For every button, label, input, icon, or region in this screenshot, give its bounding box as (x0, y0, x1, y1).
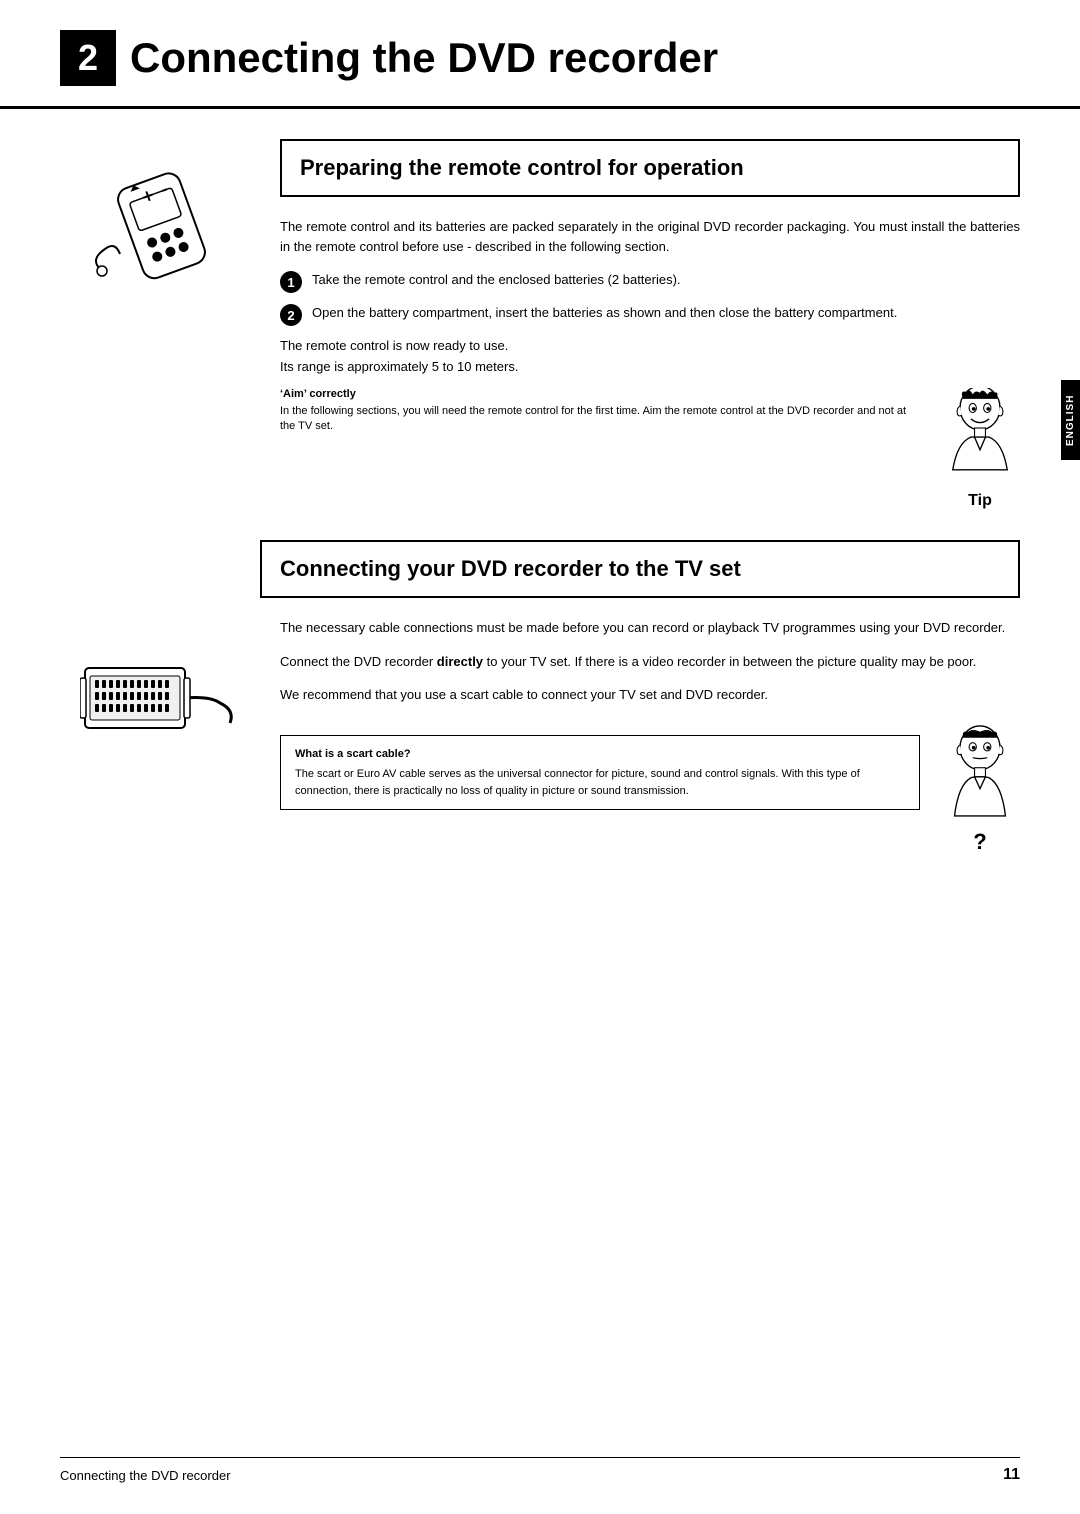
step-number-2: 2 (280, 304, 302, 326)
ready-line1: The remote control is now ready to use. (280, 336, 1020, 357)
ready-line2: Its range is approximately 5 to 10 meter… (280, 357, 1020, 378)
page-footer: Connecting the DVD recorder 11 (60, 1457, 1020, 1484)
step-text-1: Take the remote control and the enclosed… (312, 270, 681, 290)
footer-chapter-text: Connecting the DVD recorder (60, 1468, 231, 1483)
scart-illustration (80, 638, 240, 771)
question-mark: ? (973, 829, 986, 855)
page-title: Connecting the DVD recorder (130, 37, 718, 79)
tip-text: In the following sections, you will need… (280, 404, 920, 435)
section2-para2-bold: directly (437, 654, 483, 669)
section2-para2-prefix: Connect the DVD recorder (280, 654, 437, 669)
section1-title: Preparing the remote control for operati… (300, 155, 1000, 181)
section2-left-col (60, 618, 260, 855)
tip-word: Tip (968, 492, 992, 510)
section1-container: Preparing the remote control for operati… (0, 109, 1080, 540)
section1-title-box: Preparing the remote control for operati… (280, 139, 1020, 197)
section2-para2: Connect the DVD recorder directly to you… (280, 652, 1020, 672)
section2-para2-suffix: to your TV set. If there is a video reco… (483, 654, 976, 669)
remote-illustration (80, 169, 240, 292)
info-box-text: The scart or Euro AV cable serves as the… (295, 766, 905, 799)
page-header: 2 Connecting the DVD recorder (0, 0, 1080, 109)
right-col-section1: Preparing the remote control for operati… (260, 139, 1020, 540)
section2-title-wrapper: Connecting your DVD recorder to the TV s… (0, 540, 1080, 598)
tip-content: ‘Aim’ correctly In the following section… (280, 388, 920, 435)
chapter-badge: 2 (60, 30, 116, 86)
left-col-section1 (60, 139, 260, 540)
question-character: ? (940, 725, 1020, 855)
info-area: What is a scart cable? The scart or Euro… (280, 725, 1020, 855)
section2-title: Connecting your DVD recorder to the TV s… (280, 556, 1000, 582)
step-item-1: 1 Take the remote control and the enclos… (280, 270, 1020, 293)
step-number-1: 1 (280, 271, 302, 293)
tip-area: ‘Aim’ correctly In the following section… (280, 388, 1020, 510)
info-box-title: What is a scart cable? (295, 746, 905, 763)
section2-para3: We recommend that you use a scart cable … (280, 685, 1020, 705)
english-tab: ENGLISH (1061, 380, 1080, 460)
steps-list: 1 Take the remote control and the enclos… (280, 270, 1020, 326)
footer-page-number: 11 (1003, 1466, 1020, 1484)
section2-container: The necessary cable connections must be … (0, 618, 1080, 855)
tip-label-box: ‘Aim’ correctly (280, 388, 920, 400)
section1-intro: The remote control and its batteries are… (280, 217, 1020, 256)
section2-para1: The necessary cable connections must be … (280, 618, 1020, 638)
step-text-2: Open the battery compartment, insert the… (312, 303, 897, 323)
tip-character: Tip (940, 388, 1020, 510)
ready-text: The remote control is now ready to use. … (280, 336, 1020, 378)
info-box: What is a scart cable? The scart or Euro… (280, 735, 920, 811)
section2-right-col: The necessary cable connections must be … (260, 618, 1020, 855)
step-item-2: 2 Open the battery compartment, insert t… (280, 303, 1020, 326)
section2-title-box: Connecting your DVD recorder to the TV s… (260, 540, 1020, 598)
